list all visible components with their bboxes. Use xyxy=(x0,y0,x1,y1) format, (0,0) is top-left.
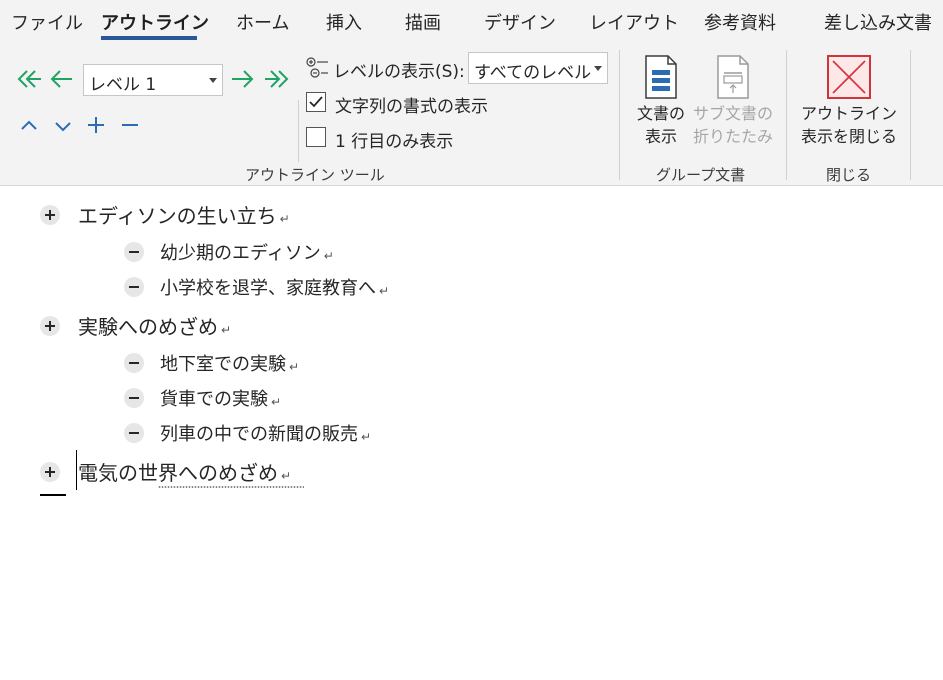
outline-item[interactable]: エディソンの生い立ち ↵ xyxy=(40,200,290,229)
double-arrow-right-icon xyxy=(265,70,289,88)
paragraph-mark-icon: ↵ xyxy=(279,211,290,226)
show-level-icon-wrapper xyxy=(305,56,331,80)
collapse-subdocuments-button[interactable] xyxy=(712,54,754,100)
paragraph-mark-icon: ↵ xyxy=(361,430,372,444)
show-text-formatting-checkbox[interactable] xyxy=(306,92,326,112)
collapse-button[interactable] xyxy=(119,114,141,136)
tab-design[interactable]: デザイン xyxy=(484,9,556,35)
promote-button[interactable] xyxy=(48,66,76,92)
collapse-symbol-icon[interactable] xyxy=(124,388,144,408)
show-text-formatting-label[interactable]: 文字列の書式の表示 xyxy=(335,92,488,117)
move-up-button[interactable] xyxy=(18,114,40,136)
outline-heading-text[interactable]: 列車の中での新聞の販売 xyxy=(160,420,358,446)
close-icon xyxy=(827,55,871,99)
subdocument-collapse-icon xyxy=(717,55,749,99)
show-first-line-only-checkbox[interactable] xyxy=(306,127,326,147)
paragraph-mark-icon: ↵ xyxy=(289,360,300,374)
collapse-symbol-icon[interactable] xyxy=(124,277,144,297)
outline-heading-text[interactable]: 貨車での実験 xyxy=(160,385,268,411)
chevron-up-icon xyxy=(21,120,37,130)
outline-level-select[interactable]: レベル 1 xyxy=(83,64,223,96)
tab-home[interactable]: ホーム xyxy=(236,9,289,35)
collapse-symbol-icon[interactable] xyxy=(124,242,144,262)
demote-to-body-button[interactable] xyxy=(262,66,292,92)
tab-draw[interactable]: 描画 xyxy=(405,9,441,35)
show-document-label[interactable]: 文書の 表示 xyxy=(628,102,694,148)
show-level-label: レベルの表示(S): xyxy=(333,62,465,82)
outline-item[interactable]: 実験へのめざめ ↵ xyxy=(40,311,231,340)
close-outline-view-label[interactable]: アウトライン 表示を閉じる xyxy=(796,102,902,148)
close-outline-view-button[interactable] xyxy=(826,54,872,100)
tab-file[interactable]: ファイル xyxy=(11,9,83,35)
outline-heading-text[interactable]: 実験へのめざめ xyxy=(78,311,218,340)
outline-tools-group-label: アウトライン ツール xyxy=(245,166,385,184)
outline-item[interactable]: 列車の中での新聞の販売 ↵ xyxy=(124,420,371,446)
expand-button[interactable] xyxy=(85,114,107,136)
outline-item[interactable]: 貨車での実験 ↵ xyxy=(124,385,281,411)
paragraph-mark-icon: ↵ xyxy=(221,322,232,337)
outline-levels-icon xyxy=(306,57,328,78)
collapse-subdocuments-label[interactable]: サブ文書の 折りたたみ xyxy=(688,102,778,148)
spelling-squiggle xyxy=(158,486,304,488)
promote-to-heading-button[interactable] xyxy=(14,66,44,92)
outline-heading-text[interactable]: 小学校を退学、家庭教育へ xyxy=(160,274,376,300)
master-document-group-label: グループ文書 xyxy=(656,166,746,184)
arrow-right-icon xyxy=(232,70,254,88)
group-divider xyxy=(910,50,911,180)
dropdown-caret-icon xyxy=(594,66,602,71)
double-arrow-left-icon xyxy=(17,70,41,88)
collapse-symbol-icon[interactable] xyxy=(124,423,144,443)
plus-icon xyxy=(88,117,104,133)
show-first-line-only-label[interactable]: 1 行目のみ表示 xyxy=(335,127,453,152)
active-tab-indicator xyxy=(101,36,197,40)
outline-heading-text[interactable]: 電気の世界へのめざめ xyxy=(78,457,278,486)
expand-symbol-icon[interactable] xyxy=(40,315,60,336)
collapse-symbol-icon[interactable] xyxy=(124,353,144,373)
expand-symbol-icon[interactable] xyxy=(40,204,60,225)
document-icon xyxy=(645,55,677,99)
outline-heading-text[interactable]: エディソンの生い立ち xyxy=(78,200,277,229)
group-divider xyxy=(786,50,787,180)
dropdown-caret-icon xyxy=(209,78,217,83)
outline-item[interactable]: 幼少期のエディソン ↵ xyxy=(124,239,334,265)
outline-heading-text[interactable]: 幼少期のエディソン xyxy=(160,239,321,265)
outline-item[interactable]: 地下室での実験 ↵ xyxy=(124,350,299,376)
ribbon: レベル 1 レベルの表示(S): すべてのレベル 文字列の書式の表示 1 行目の… xyxy=(0,44,943,186)
minus-icon xyxy=(122,124,138,126)
tab-insert[interactable]: 挿入 xyxy=(326,9,362,35)
tab-references[interactable]: 参考資料 xyxy=(704,9,776,35)
text-cursor xyxy=(76,450,77,490)
paragraph-mark-icon: ↵ xyxy=(271,395,282,409)
group-inner-divider xyxy=(298,100,299,162)
group-divider xyxy=(619,50,620,180)
expand-symbol-icon[interactable] xyxy=(40,461,60,482)
tab-mailings[interactable]: 差し込み文書 xyxy=(824,9,932,35)
outline-item[interactable]: 電気の世界へのめざめ ↵ xyxy=(40,457,291,486)
outline-heading-text[interactable]: 地下室での実験 xyxy=(160,350,286,376)
document-area[interactable]: エディソンの生い立ち ↵ 幼少期のエディソン ↵ 小学校を退学、家庭教育へ ↵ … xyxy=(0,187,943,680)
chevron-down-icon xyxy=(55,122,71,132)
close-group-label: 閉じる xyxy=(826,166,872,184)
show-level-select[interactable]: すべてのレベル xyxy=(468,52,608,84)
demote-button[interactable] xyxy=(228,66,256,92)
move-down-button[interactable] xyxy=(52,116,74,138)
tab-outline[interactable]: アウトライン xyxy=(101,9,209,35)
paragraph-mark-icon: ↵ xyxy=(323,249,334,263)
paragraph-mark-icon: ↵ xyxy=(281,468,292,483)
paragraph-mark-icon: ↵ xyxy=(379,284,390,298)
outline-level-value: レベル 1 xyxy=(89,75,157,95)
outline-item[interactable]: 小学校を退学、家庭教育へ ↵ xyxy=(124,274,389,300)
ribbon-tab-bar: ファイル アウトライン ホーム 挿入 描画 デザイン レイアウト 参考資料 差し… xyxy=(0,0,943,44)
arrow-left-icon xyxy=(50,70,72,88)
show-document-button[interactable] xyxy=(640,54,682,100)
tab-layout[interactable]: レイアウト xyxy=(589,9,679,35)
show-level-value: すべてのレベル xyxy=(474,63,592,83)
end-of-document-mark xyxy=(40,494,66,496)
checkmark-icon xyxy=(309,96,323,108)
